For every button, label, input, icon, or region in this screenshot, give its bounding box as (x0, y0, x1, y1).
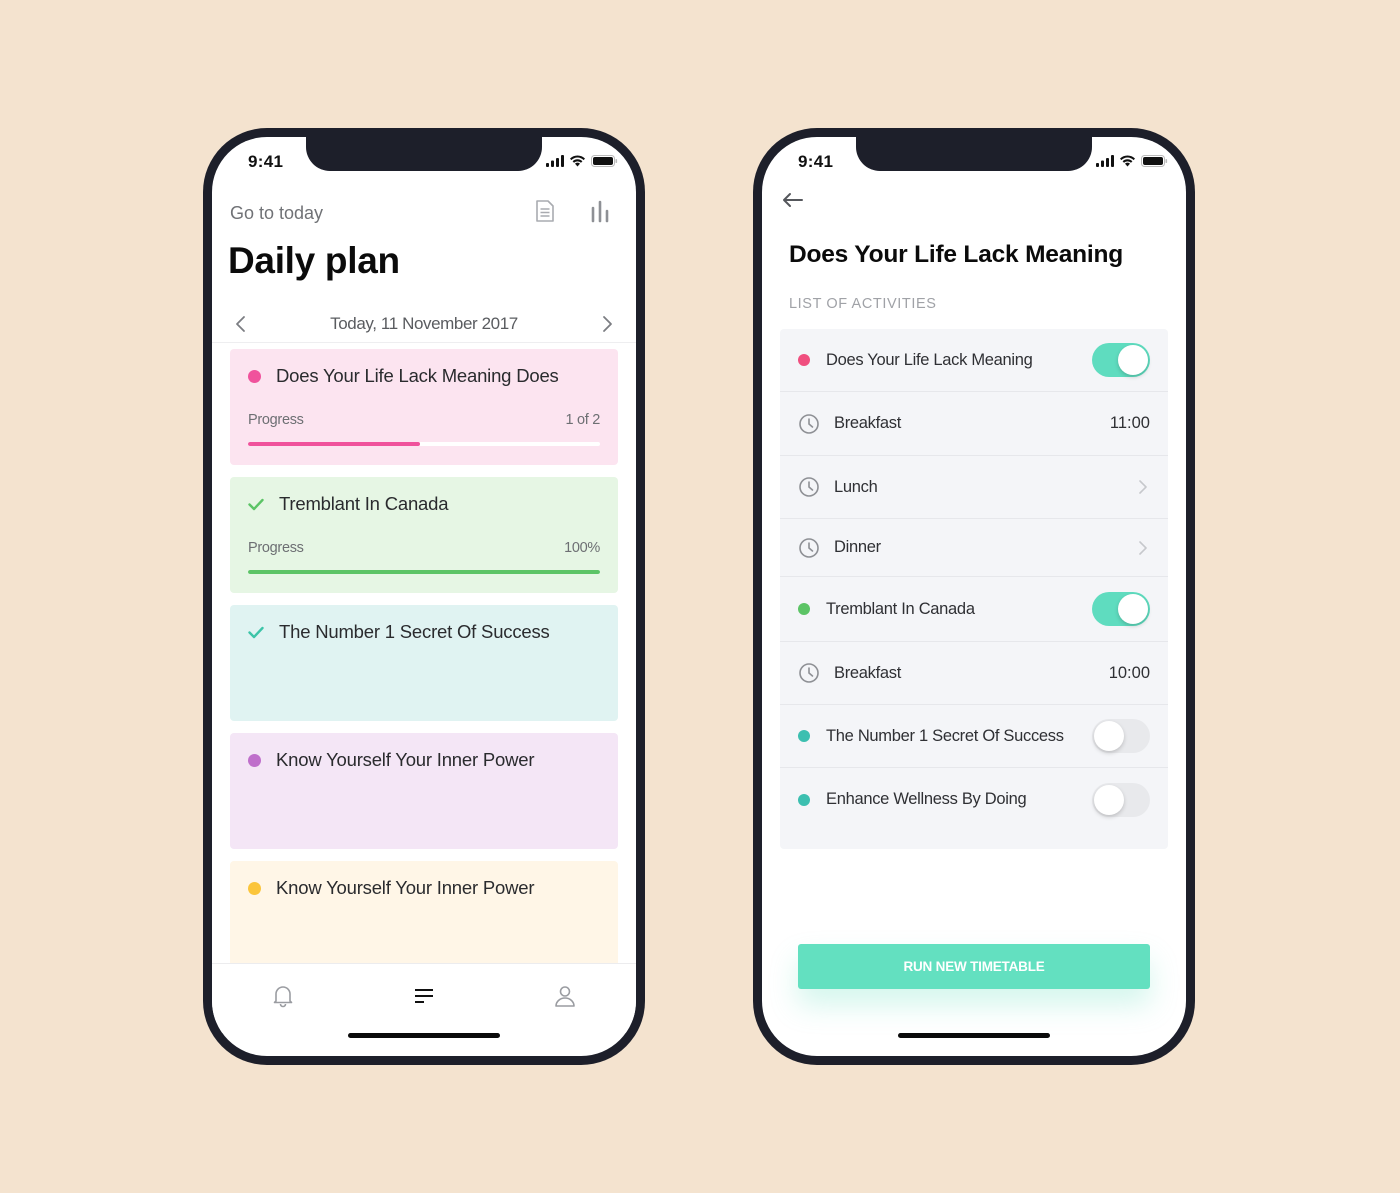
activity-row[interactable]: Does Your Life Lack Meaning (780, 329, 1168, 392)
signal-icon (1096, 155, 1114, 167)
activity-row[interactable]: The Number 1 Secret Of Success (780, 705, 1168, 768)
stats-icon[interactable] (590, 199, 612, 223)
row-label: Breakfast (834, 663, 901, 682)
card-title: Does Your Life Lack Meaning Does (276, 365, 559, 386)
tab-plan[interactable] (410, 982, 438, 1010)
row-label: Dinner (834, 538, 881, 556)
toggle-knob (1094, 784, 1124, 815)
battery-icon (1141, 155, 1168, 167)
tab-notifications[interactable] (269, 982, 297, 1010)
meal-row[interactable]: Dinner (780, 519, 1168, 577)
activity-toggle[interactable] (1092, 782, 1150, 817)
plan-card[interactable]: Know Yourself Your Inner Power (230, 861, 618, 977)
activity-dot-icon (798, 730, 810, 742)
plan-card[interactable]: The Number 1 Secret Of Success (230, 605, 618, 721)
row-label: The Number 1 Secret Of Success (826, 726, 1064, 745)
status-dot-icon (248, 369, 261, 383)
back-arrow-icon[interactable] (780, 189, 806, 211)
row-label: Lunch (834, 477, 878, 496)
notch (306, 137, 542, 171)
row-label: Tremblant In Canada (826, 599, 975, 618)
row-label: Enhance Wellness By Doing (826, 790, 1027, 808)
next-day-button[interactable] (596, 313, 618, 335)
plan-card[interactable]: Know Yourself Your Inner Power (230, 733, 618, 849)
activity-row[interactable]: Tremblant In Canada (780, 577, 1168, 642)
run-new-timetable-button[interactable]: RUN NEW TIMETABLE (798, 944, 1150, 989)
list-icon (415, 989, 433, 1003)
meal-row[interactable]: Breakfast 10:00 (780, 642, 1168, 705)
plan-card[interactable]: Does Your Life Lack Meaning Does Progres… (230, 349, 618, 465)
status-icons (1096, 155, 1168, 167)
chevron-right-icon[interactable] (1136, 540, 1150, 556)
phone-daily-plan: 9:41 Go to today Daily plan Today, 11 No… (203, 128, 645, 1065)
activity-row[interactable]: Enhance Wellness By Doing (780, 768, 1168, 831)
signal-icon (546, 155, 564, 167)
document-icon[interactable] (535, 199, 555, 223)
current-date: Today, 11 November 2017 (330, 313, 518, 333)
card-title: The Number 1 Secret Of Success (279, 621, 550, 642)
plan-card[interactable]: Tremblant In Canada Progress 100% (230, 477, 618, 593)
screen-activity-detail: 9:41 Does Your Life Lack Meaning LIST OF… (762, 137, 1186, 1056)
status-time: 9:41 (798, 152, 834, 171)
wifi-icon (570, 155, 585, 167)
wifi-icon (1120, 155, 1135, 167)
section-label: LIST OF ACTIVITIES (789, 296, 937, 312)
status-icons (546, 155, 618, 167)
activity-dot-icon (798, 793, 810, 806)
progress-bar (248, 570, 600, 574)
previous-day-button[interactable] (230, 313, 252, 335)
notch (856, 137, 1092, 171)
progress-bar-fill (248, 570, 600, 574)
activity-toggle[interactable] (1092, 719, 1150, 753)
tab-bar (212, 963, 636, 1033)
screen-daily-plan: 9:41 Go to today Daily plan Today, 11 No… (212, 137, 636, 1056)
progress-label: Progress (248, 540, 304, 556)
phone-activity-detail: 9:41 Does Your Life Lack Meaning LIST OF… (753, 128, 1195, 1065)
battery-icon (591, 155, 618, 167)
toggle-knob (1118, 594, 1148, 624)
check-icon (248, 626, 264, 638)
clock-icon (799, 537, 819, 558)
progress-value: 1 of 2 (565, 412, 601, 428)
tab-profile[interactable] (551, 982, 579, 1010)
progress-value: 100% (564, 540, 600, 556)
home-indicator (348, 1033, 500, 1038)
activity-dot-icon (798, 354, 810, 366)
activity-dot-icon (798, 603, 810, 615)
page-title: Daily plan (228, 240, 400, 281)
row-label: Breakfast (834, 414, 901, 432)
clock-icon (799, 663, 819, 683)
progress-label: Progress (248, 412, 304, 428)
status-dot-icon (248, 753, 261, 767)
home-indicator (898, 1033, 1050, 1038)
date-navigator: Today, 11 November 2017 (212, 305, 636, 343)
activity-list: Does Your Life Lack Meaning Breakfast 11:0… (780, 329, 1168, 849)
go-to-today-link[interactable]: Go to today (230, 203, 323, 224)
status-time: 9:41 (248, 152, 284, 171)
toggle-knob (1118, 345, 1148, 375)
activity-toggle[interactable] (1092, 343, 1150, 377)
check-icon (248, 498, 264, 510)
progress-bar (248, 442, 600, 446)
toggle-knob (1094, 721, 1124, 751)
meal-row[interactable]: Lunch (780, 456, 1168, 519)
clock-icon (799, 413, 819, 434)
bell-icon (273, 986, 293, 1008)
card-title: Know Yourself Your Inner Power (276, 749, 535, 770)
chevron-right-icon[interactable] (1136, 479, 1150, 495)
row-label: Does Your Life Lack Meaning (826, 350, 1033, 369)
meal-time: 11:00 (1109, 414, 1150, 432)
user-icon (555, 986, 575, 1007)
status-dot-icon (248, 881, 261, 895)
card-title: Know Yourself Your Inner Power (276, 877, 535, 898)
progress-bar-fill (248, 442, 421, 446)
card-title: Tremblant In Canada (279, 493, 449, 514)
plan-card-list: Does Your Life Lack Meaning Does Progres… (230, 349, 618, 989)
activity-toggle[interactable] (1092, 592, 1150, 626)
activity-title: Does Your Life Lack Meaning (789, 241, 1124, 268)
clock-icon (799, 477, 819, 497)
meal-time: 10:00 (1108, 663, 1150, 682)
meal-row[interactable]: Breakfast 11:00 (780, 392, 1168, 456)
